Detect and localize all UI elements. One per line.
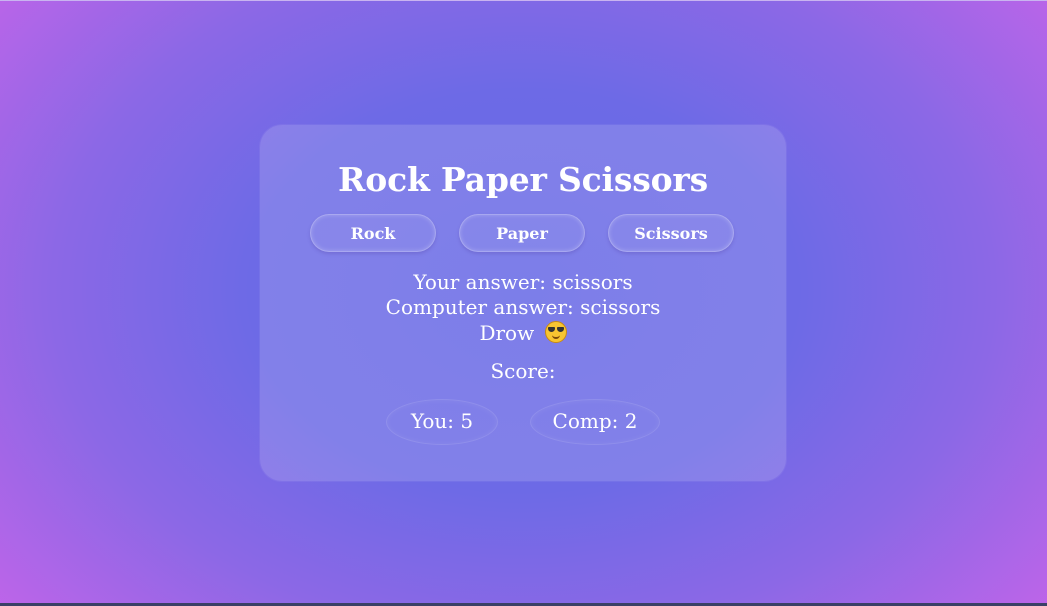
computer-score: Comp: 2: [530, 399, 660, 445]
window-top-edge: [0, 0, 1047, 1]
choice-buttons: Rock Paper Scissors: [310, 214, 736, 256]
paper-button[interactable]: Paper: [459, 214, 585, 252]
computer-answer-text: Computer answer: scissors: [385, 295, 661, 319]
outcome-line: Drow: [260, 320, 786, 346]
your-answer-text: Your answer: scissors: [413, 270, 633, 294]
game-card: Rock Paper Scissors Rock Paper Scissors …: [260, 125, 786, 481]
score-label: Score:: [490, 359, 556, 383]
smiling-face-with-sunglasses-icon: [544, 321, 567, 343]
scissors-button[interactable]: Scissors: [608, 214, 734, 252]
user-score: You: 5: [386, 399, 498, 445]
outcome-text: Drow: [479, 321, 535, 345]
game-title: Rock Paper Scissors: [338, 160, 708, 199]
rock-button[interactable]: Rock: [310, 214, 436, 252]
